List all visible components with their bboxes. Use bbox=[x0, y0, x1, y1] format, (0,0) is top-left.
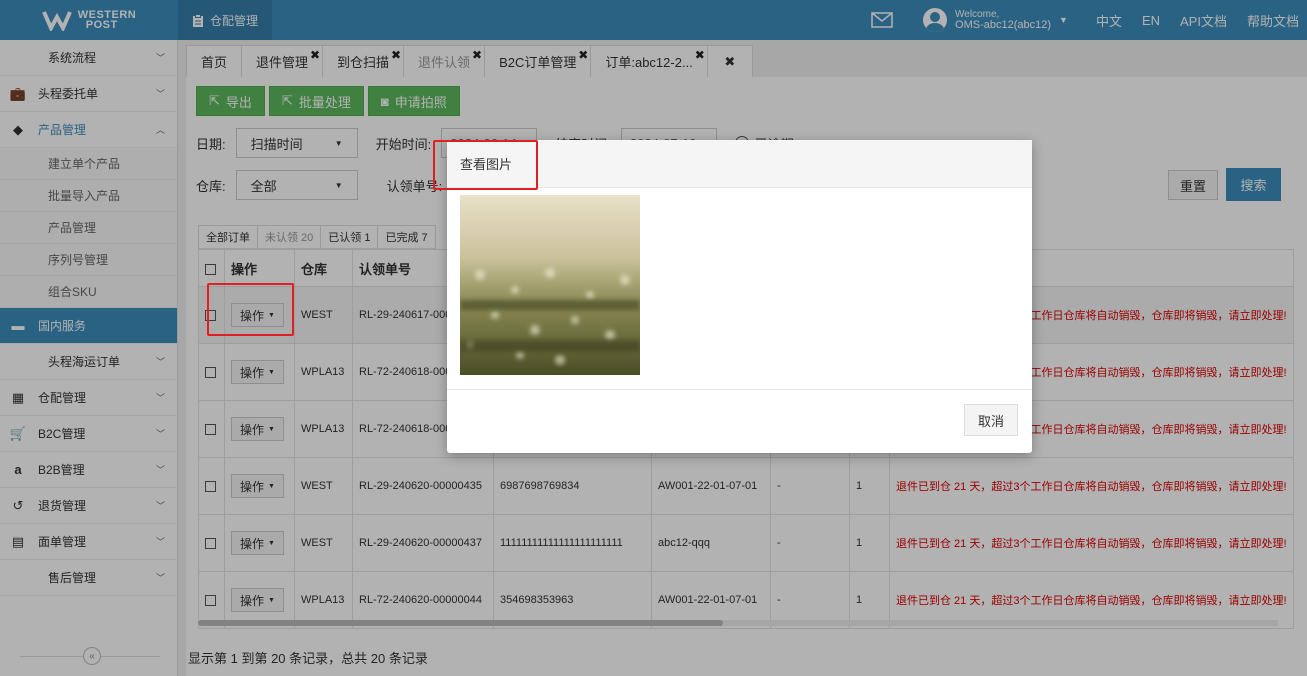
modal-footer: 取消 bbox=[447, 389, 1032, 453]
cancel-button[interactable]: 取消 bbox=[964, 404, 1018, 436]
highlight-box-modal-title bbox=[433, 140, 538, 190]
photo-image bbox=[460, 195, 640, 375]
highlight-box-action-button bbox=[207, 283, 294, 336]
photo-preview bbox=[460, 195, 640, 375]
